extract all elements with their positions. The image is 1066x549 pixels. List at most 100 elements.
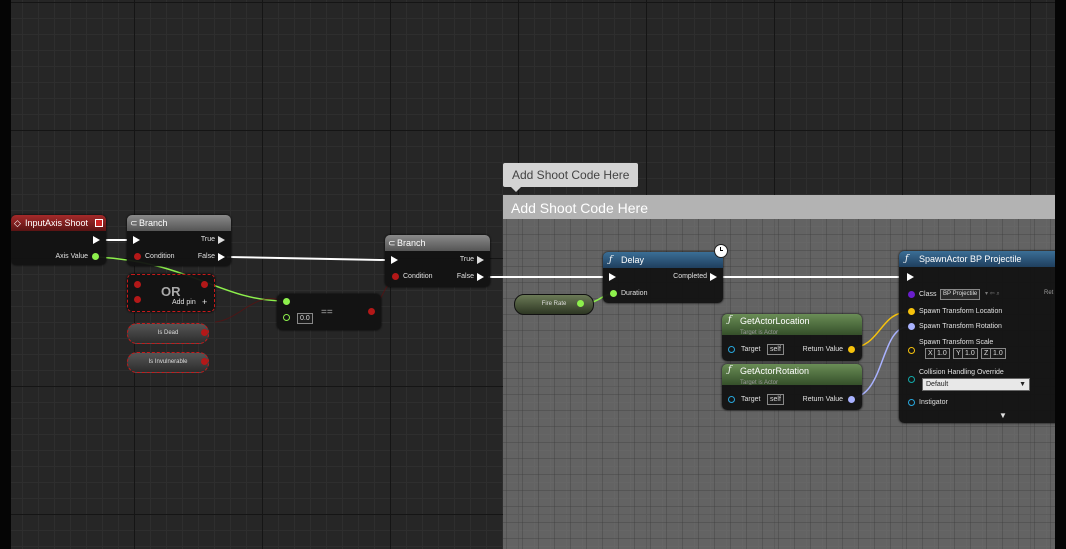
exec-in-pin[interactable] — [133, 236, 140, 244]
branch2-true-label: True — [459, 256, 474, 263]
blueprint-graph[interactable]: Add Shoot Code Here Add Shoot Code Here … — [0, 0, 1066, 549]
scale-z-field[interactable]: 1.0 — [990, 348, 1006, 359]
false-exec-pin[interactable] — [477, 273, 484, 281]
add-pin-plus-icon[interactable]: + — [202, 297, 207, 307]
get-rotation-self-field[interactable]: self — [767, 394, 784, 405]
spawn-scale-label: Spawn Transform Scale — [919, 339, 994, 346]
spawn-location-pin[interactable] — [908, 308, 915, 315]
duration-pin[interactable] — [610, 290, 617, 297]
spawn-location-label: Spawn Transform Location — [919, 308, 1003, 315]
target-pin[interactable] — [728, 346, 735, 353]
false-exec-pin[interactable] — [218, 253, 225, 261]
clock-icon — [714, 244, 728, 258]
right-border — [1055, 0, 1066, 549]
class-pin[interactable] — [908, 291, 915, 298]
or-output-pin[interactable] — [201, 281, 208, 288]
equals-input-pin-b[interactable] — [283, 314, 290, 321]
fire-rate-pin[interactable] — [577, 300, 584, 307]
event-icon: ◇ — [14, 218, 21, 228]
expand-arrow-icon[interactable]: ▼ — [999, 411, 1007, 420]
or-input-pin-2[interactable] — [134, 296, 141, 303]
input-axis-title: InputAxis Shoot — [25, 218, 89, 228]
instigator-pin[interactable] — [908, 399, 915, 406]
exec-out-pin[interactable] — [93, 236, 100, 244]
collision-dropdown[interactable]: Default ▼ — [922, 378, 1030, 391]
is-dead-label: Is Dead — [157, 330, 179, 336]
class-dropdown[interactable]: BP Projectile — [940, 289, 981, 300]
get-rotation-subtitle: Target is Actor — [740, 380, 779, 385]
get-location-title: GetActorLocation — [740, 316, 810, 326]
collision-pin[interactable] — [908, 376, 915, 383]
exec-in-pin[interactable] — [391, 256, 398, 264]
add-pin-button[interactable]: Add pin — [172, 299, 196, 306]
is-invulnerable-var[interactable]: Is Invulnerable — [127, 352, 209, 373]
get-rotation-target-label: Target — [741, 396, 761, 403]
spawn-scale-pin[interactable] — [908, 347, 915, 354]
spawn-rotation-label: Spawn Transform Rotation — [919, 323, 1002, 330]
branch-node-1[interactable]: ⊂ Branch True Condition False — [127, 215, 231, 266]
condition-pin[interactable] — [134, 253, 141, 260]
true-exec-pin[interactable] — [218, 236, 225, 244]
branch2-condition-label: Condition — [403, 273, 433, 280]
branch-icon: ⊂ — [130, 218, 138, 228]
scale-x-field[interactable]: 1.0 — [934, 348, 950, 359]
branch1-true-label: True — [200, 236, 215, 243]
is-dead-var[interactable]: Is Dead — [127, 323, 209, 344]
equals-output-pin[interactable] — [368, 308, 375, 315]
or-node[interactable]: OR Add pin + — [127, 274, 215, 312]
condition-pin[interactable] — [392, 273, 399, 280]
collision-value: Default — [926, 381, 949, 388]
true-exec-pin[interactable] — [477, 256, 484, 264]
left-border — [0, 0, 11, 549]
output-delegate-icon[interactable] — [95, 219, 103, 227]
equals-input-pin-a[interactable] — [283, 298, 290, 305]
axis-value-label: Axis Value — [55, 253, 88, 260]
collision-label: Collision Handling Override — [919, 369, 1004, 376]
equals-value-field[interactable]: 0.0 — [297, 313, 313, 324]
target-pin[interactable] — [728, 396, 735, 403]
chevron-down-icon: ▼ — [1019, 381, 1026, 388]
completed-exec-pin[interactable] — [710, 273, 717, 281]
delay-node[interactable]: ƒ Delay Completed Duration — [603, 244, 728, 303]
get-location-self-field[interactable]: self — [767, 344, 784, 355]
get-location-return-label: Return Value — [802, 346, 843, 353]
return-label: Ret — [1044, 290, 1054, 296]
class-browse-icon[interactable]: ▾ ⇦ ⌕ — [985, 290, 1000, 298]
instigator-label: Instigator — [919, 399, 948, 406]
get-location-subtitle: Target is Actor — [740, 330, 779, 335]
rotation-return-pin[interactable] — [848, 396, 855, 403]
spawn-title: SpawnActor BP Projectile — [919, 254, 1022, 264]
spawn-actor-node[interactable]: ƒ SpawnActor BP Projectile Class BP Proj… — [899, 251, 1064, 423]
branch2-false-label: False — [456, 273, 474, 280]
exec-in-pin[interactable] — [609, 273, 616, 281]
get-rotation-title: GetActorRotation — [740, 366, 810, 376]
is-dead-pin[interactable] — [201, 329, 208, 336]
branch-icon: ⊂ — [388, 238, 396, 248]
scale-y-field[interactable]: 1.0 — [962, 348, 978, 359]
get-rotation-return-label: Return Value — [802, 396, 843, 403]
input-axis-node[interactable]: ◇ InputAxis Shoot Axis Value — [11, 215, 106, 265]
delay-completed-label: Completed — [673, 273, 707, 280]
function-icon: ƒ — [609, 255, 613, 265]
or-symbol: OR — [161, 284, 181, 299]
get-actor-rotation-node[interactable]: ƒ GetActorRotation Target is Actor Targe… — [722, 364, 862, 410]
branch1-title: Branch — [139, 218, 168, 228]
branch2-title: Branch — [397, 238, 426, 248]
exec-in-pin[interactable] — [907, 273, 914, 281]
equals-node[interactable]: 0.0 == — [277, 294, 381, 330]
spawn-rotation-pin[interactable] — [908, 323, 915, 330]
get-location-target-label: Target — [741, 346, 761, 353]
branch-node-2[interactable]: ⊂ Branch True Condition False — [385, 235, 490, 287]
is-invulnerable-pin[interactable] — [201, 358, 208, 365]
location-return-pin[interactable] — [848, 346, 855, 353]
function-icon: ƒ — [905, 254, 909, 264]
axis-value-pin[interactable] — [92, 253, 99, 260]
delay-title: Delay — [621, 255, 645, 265]
function-icon: ƒ — [728, 315, 732, 325]
delay-duration-label: Duration — [621, 290, 648, 297]
branch1-false-label: False — [197, 253, 215, 260]
get-actor-location-node[interactable]: ƒ GetActorLocation Target is Actor Targe… — [722, 314, 862, 361]
class-label: Class — [919, 291, 937, 298]
equals-symbol: == — [321, 307, 333, 318]
or-input-pin-1[interactable] — [134, 281, 141, 288]
